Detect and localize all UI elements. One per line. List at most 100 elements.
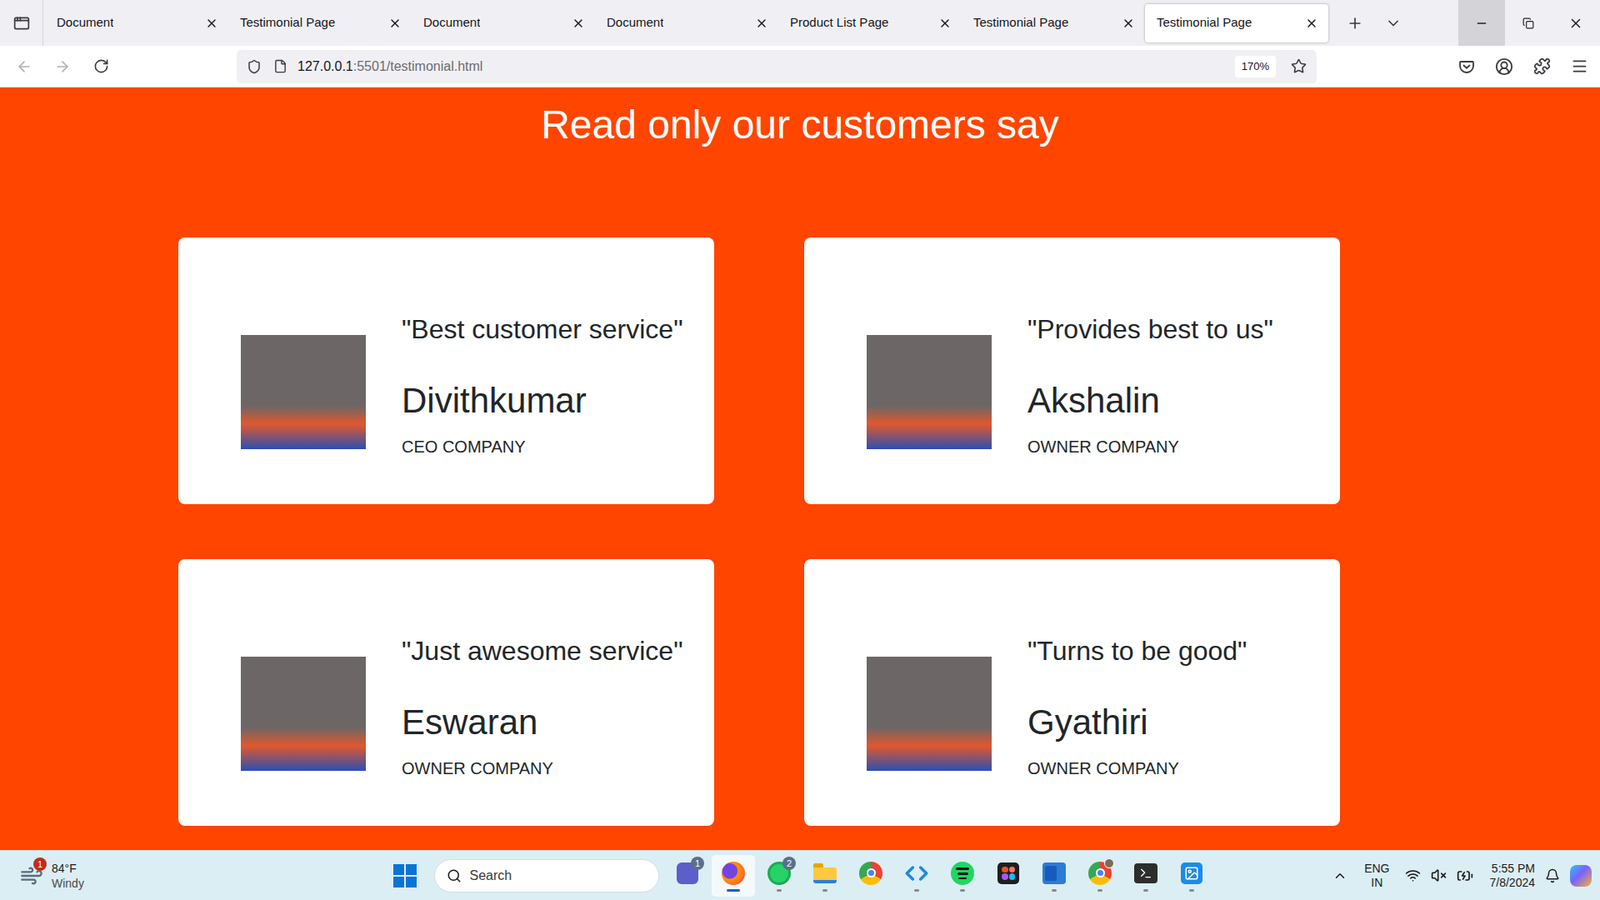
explorer-taskbar-button[interactable] [803, 855, 847, 897]
browser-tab[interactable]: Document [411, 4, 595, 43]
browser-tab[interactable]: Document [45, 4, 229, 43]
account-icon[interactable] [1495, 57, 1514, 76]
weather-temperature: 84°F [51, 860, 85, 876]
close-window-button[interactable] [1551, 0, 1600, 46]
minimize-button[interactable] [1458, 0, 1505, 46]
page-icon [273, 59, 288, 74]
browser-tab[interactable]: Testimonial Page [961, 4, 1145, 43]
chrome-profile-icon [1087, 860, 1113, 886]
folder-icon [813, 863, 837, 884]
customer-role: OWNER COMPANY [401, 757, 684, 780]
testimonial-quote: "Just awesome service" [401, 634, 684, 668]
testimonial-card: "Best customer service"DivithkumarCEO CO… [178, 237, 715, 505]
running-indicator [914, 889, 920, 892]
testimonial-card: "Provides best to us"AkshalinOWNER COMPA… [804, 237, 1340, 505]
toolbar-buttons [1458, 57, 1589, 76]
taskbar-search[interactable]: Search [434, 859, 660, 893]
language-indicator[interactable]: ENGIN [1364, 861, 1390, 890]
shield-icon [246, 59, 262, 75]
whatsapp-taskbar-button[interactable]: 2 [757, 855, 801, 897]
system-tray: ENGIN 5:55 PM7/8/2024 [1215, 861, 1600, 890]
url-text[interactable]: 127.0.0.1:5501/testimonial.html [297, 56, 483, 77]
bookmark-star-icon[interactable] [1290, 58, 1307, 75]
browser-tab[interactable]: Document [595, 4, 779, 43]
notification-bell-icon[interactable] [1545, 868, 1560, 884]
clock[interactable]: 5:55 PM7/8/2024 [1490, 861, 1536, 890]
figma-icon [997, 862, 1020, 885]
customer-photo [866, 335, 992, 450]
running-indicator [960, 889, 965, 892]
taskbar: 1 84°FWindy Search 1 2 ENGIN 5:55 PM7/8/2024 [0, 850, 1600, 900]
testimonial-grid: "Best customer service"DivithkumarCEO CO… [178, 237, 1600, 826]
running-indicator [776, 889, 782, 892]
windows-logo-icon [393, 864, 417, 888]
terminal-icon [1134, 863, 1158, 884]
customer-role: OWNER COMPANY [1027, 435, 1274, 458]
chrome-taskbar-button[interactable] [849, 855, 893, 897]
word-taskbar-button[interactable] [1032, 855, 1076, 897]
firefox-taskbar-button[interactable] [711, 855, 755, 897]
browser-tab[interactable]: Testimonial Page [1145, 4, 1329, 43]
notification-badge: 2 [782, 856, 796, 870]
new-tab-button[interactable] [1335, 0, 1375, 46]
url-bar[interactable]: 127.0.0.1:5501/testimonial.html 170% [236, 50, 1317, 84]
weather-widget[interactable]: 1 84°FWindy [0, 860, 386, 891]
zoom-badge[interactable]: 170% [1235, 55, 1276, 78]
close-icon [1568, 15, 1584, 31]
window-controls [1458, 0, 1600, 46]
extensions-icon[interactable] [1533, 57, 1551, 75]
paint-taskbar-button[interactable] [1170, 855, 1214, 897]
forward-button[interactable] [46, 50, 79, 83]
running-indicator [726, 889, 740, 892]
terminal-taskbar-button[interactable] [1124, 855, 1168, 897]
page-heading: Read only our customers say [0, 87, 1600, 150]
running-indicator [1143, 889, 1149, 892]
tabs-list-icon [13, 15, 30, 32]
volume-muted-icon[interactable] [1430, 867, 1447, 884]
teams-taskbar-button[interactable]: 1 [665, 855, 710, 897]
figma-taskbar-button[interactable] [986, 855, 1030, 897]
customer-name: Gyathiri [1027, 701, 1247, 744]
spotify-taskbar-button[interactable] [940, 855, 985, 897]
weather-badge: 1 [33, 857, 47, 871]
close-tab-icon[interactable] [755, 16, 769, 30]
back-button[interactable] [8, 50, 40, 83]
copilot-icon[interactable] [1570, 865, 1592, 887]
close-tab-icon[interactable] [1121, 16, 1135, 30]
word-icon [1042, 862, 1066, 885]
weather-condition: Windy [51, 875, 85, 891]
close-tab-icon[interactable] [938, 16, 952, 30]
customer-role: OWNER COMPANY [1027, 757, 1247, 780]
close-tab-icon[interactable] [571, 16, 585, 30]
list-tabs-button[interactable] [1375, 0, 1412, 46]
testimonial-text: "Best customer service"DivithkumarCEO CO… [401, 312, 683, 458]
testimonial-quote: "Turns to be good" [1027, 634, 1247, 668]
start-button[interactable] [385, 856, 425, 895]
customer-name: Eswaran [401, 701, 684, 744]
customer-photo [866, 656, 992, 771]
close-tab-icon[interactable] [205, 16, 219, 30]
customer-photo [240, 335, 366, 450]
running-indicator [822, 889, 828, 892]
close-tab-icon[interactable] [1305, 16, 1319, 30]
chromeprofile-taskbar-button[interactable] [1078, 855, 1122, 897]
navigation-bar: 127.0.0.1:5501/testimonial.html 170% [0, 45, 1600, 88]
firefox-icon [721, 861, 745, 885]
firefox-view-button[interactable] [0, 0, 44, 46]
battery-charging-icon[interactable] [1456, 867, 1474, 885]
customer-name: Divithkumar [401, 380, 683, 422]
pocket-icon[interactable] [1458, 58, 1475, 75]
close-tab-icon[interactable] [388, 16, 402, 30]
reload-button[interactable] [85, 50, 117, 83]
running-indicator [1097, 889, 1103, 892]
running-indicator [1189, 889, 1195, 892]
vscode-taskbar-button[interactable] [895, 855, 939, 897]
wifi-icon[interactable] [1405, 867, 1421, 884]
vscode-icon [905, 861, 929, 885]
notification-badge: 1 [690, 856, 705, 870]
hidden-icons-icon[interactable] [1332, 868, 1348, 884]
browser-tab[interactable]: Product List Page [778, 4, 962, 43]
restore-button[interactable] [1505, 0, 1552, 46]
browser-tab[interactable]: Testimonial Page [228, 4, 412, 43]
menu-icon[interactable] [1570, 57, 1589, 75]
